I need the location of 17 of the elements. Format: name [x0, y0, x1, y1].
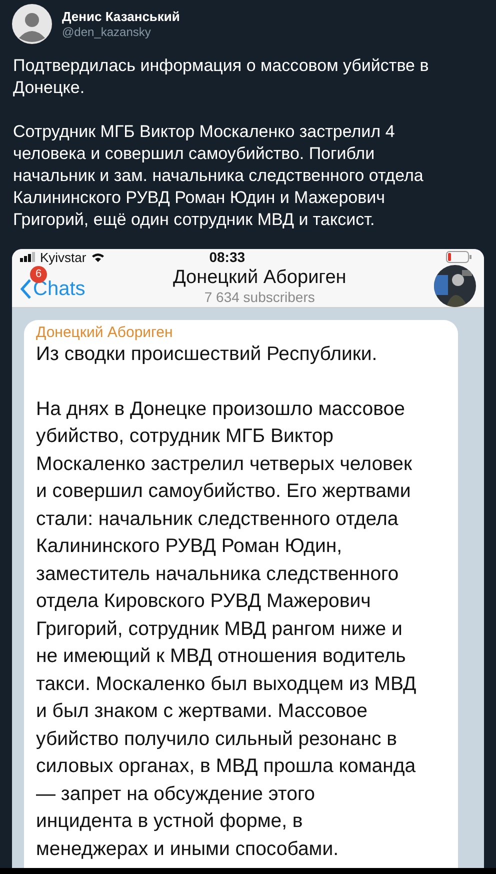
- tweet-text: Подтвердилась информация о массовом убийстве в Донецке.: [13, 55, 430, 99]
- avatar-icon[interactable]: [12, 4, 52, 44]
- unread-badge: 6: [30, 266, 47, 282]
- carrier-name: Kyivstar: [40, 250, 86, 264]
- battery-icon: [446, 251, 472, 263]
- tweet-text: Сотрудник МГБ Виктор Москаленко застрелил 4 человека и совершил самоубийство. Погибли начальник и зам. начальника следственного отдела Калининского РУВД Роман Юдин и Мажерович Григорий, ещё один сотрудник МВД и таксист.: [13, 121, 424, 231]
- subscriber-count: 7 634 subscribers: [204, 289, 315, 305]
- back-icon: [20, 278, 32, 300]
- chat-title: Донецкий Абориген: [172, 267, 346, 289]
- clock-time: 08:33: [209, 249, 246, 265]
- message-text: Из сводки происшествий Республики.: [36, 342, 378, 367]
- author-name[interactable]: Денис Казанський: [62, 9, 180, 24]
- signal-icon: [20, 252, 36, 262]
- message-sender: Донецкий Абориген: [36, 324, 174, 341]
- author-handle[interactable]: @den_kazansky: [62, 25, 180, 39]
- wifi-icon: [91, 252, 106, 262]
- message-text: На днях в Донецке произошло массовое убийство, сотрудник МГБ Виктор Москаленко застрелил четверых человек и совершил самоубийство. Его жертвами стали: начальник следственного отдела Калининского РУВД Роман Юдин, заместитель начальника следственного отдела Кировского РУВД Мажерович Григорий, сотрудник МВД рангом ниже и не имеющий к МВД отношения водитель такси. Москаленко был выходцем из МВД и был знаком с жертвами. Массовое убийство получило сильный резонанс в силовых органах, в МВД прошла команда — запрет на обсуждение этого инцидента в устной форме, в менеджерах и иными способами.: [36, 396, 418, 862]
